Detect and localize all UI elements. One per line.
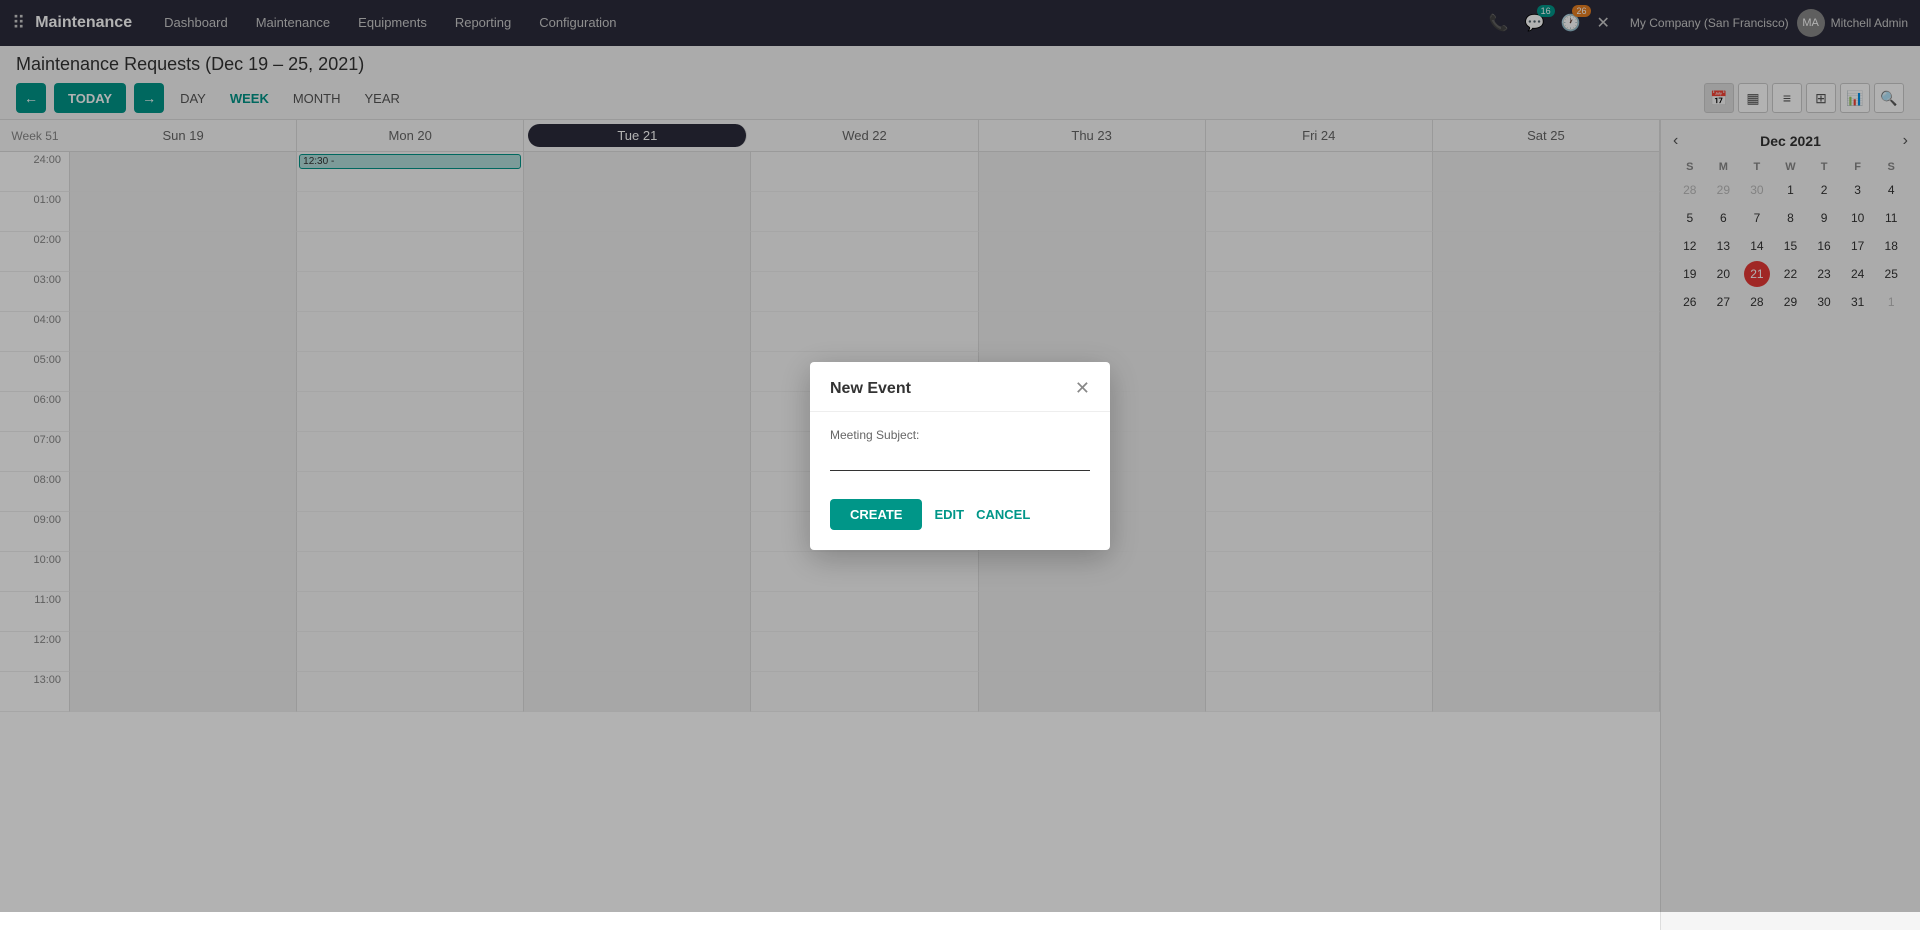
modal-footer: CREATE EDIT CANCEL: [810, 487, 1110, 550]
modal-close-button[interactable]: ✕: [1075, 378, 1090, 399]
new-event-modal: New Event ✕ Meeting Subject: CREATE EDIT…: [810, 362, 1110, 550]
modal-header: New Event ✕: [810, 362, 1110, 412]
meeting-subject-input[interactable]: [830, 446, 1090, 471]
modal-title: New Event: [830, 380, 911, 398]
edit-button[interactable]: EDIT: [934, 507, 964, 522]
modal-overlay: New Event ✕ Meeting Subject: CREATE EDIT…: [0, 0, 1920, 912]
cancel-button[interactable]: CANCEL: [976, 507, 1030, 522]
meeting-subject-label: Meeting Subject:: [830, 428, 1090, 442]
create-button[interactable]: CREATE: [830, 499, 922, 530]
modal-body: Meeting Subject:: [810, 412, 1110, 487]
